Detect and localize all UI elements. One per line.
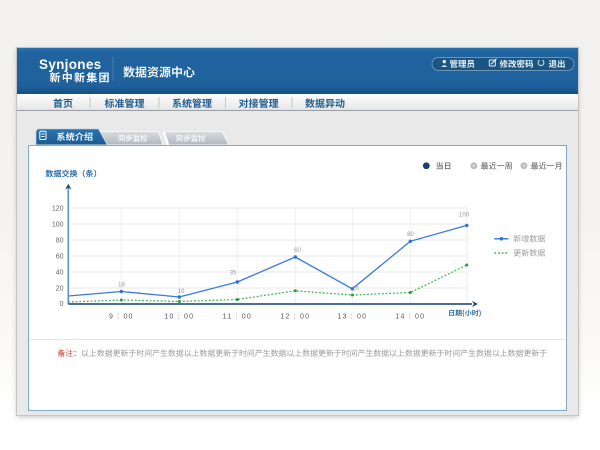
svg-text:0: 0 xyxy=(60,301,64,308)
svg-text:12 : 00: 12 : 00 xyxy=(280,314,310,321)
svg-text:10: 10 xyxy=(352,287,359,293)
svg-text:11 : 00: 11 : 00 xyxy=(223,314,252,321)
svg-text:100: 100 xyxy=(52,221,64,228)
svg-text:20: 20 xyxy=(56,285,64,292)
svg-text:9 : 00: 9 : 00 xyxy=(109,314,134,321)
svg-text:40: 40 xyxy=(56,269,64,276)
svg-text:100: 100 xyxy=(459,213,470,219)
svg-text:10: 10 xyxy=(178,289,185,295)
svg-text:120: 120 xyxy=(52,205,64,212)
svg-text:13 : 00: 13 : 00 xyxy=(337,314,367,321)
svg-text:80: 80 xyxy=(56,237,64,244)
svg-text:14 : 00: 14 : 00 xyxy=(395,314,425,321)
svg-text:60: 60 xyxy=(294,248,301,254)
svg-text:18: 18 xyxy=(118,283,125,289)
svg-text:60: 60 xyxy=(56,253,64,260)
svg-text:10 : 00: 10 : 00 xyxy=(164,314,194,321)
svg-text:35: 35 xyxy=(230,271,237,277)
svg-text:80: 80 xyxy=(407,232,414,238)
